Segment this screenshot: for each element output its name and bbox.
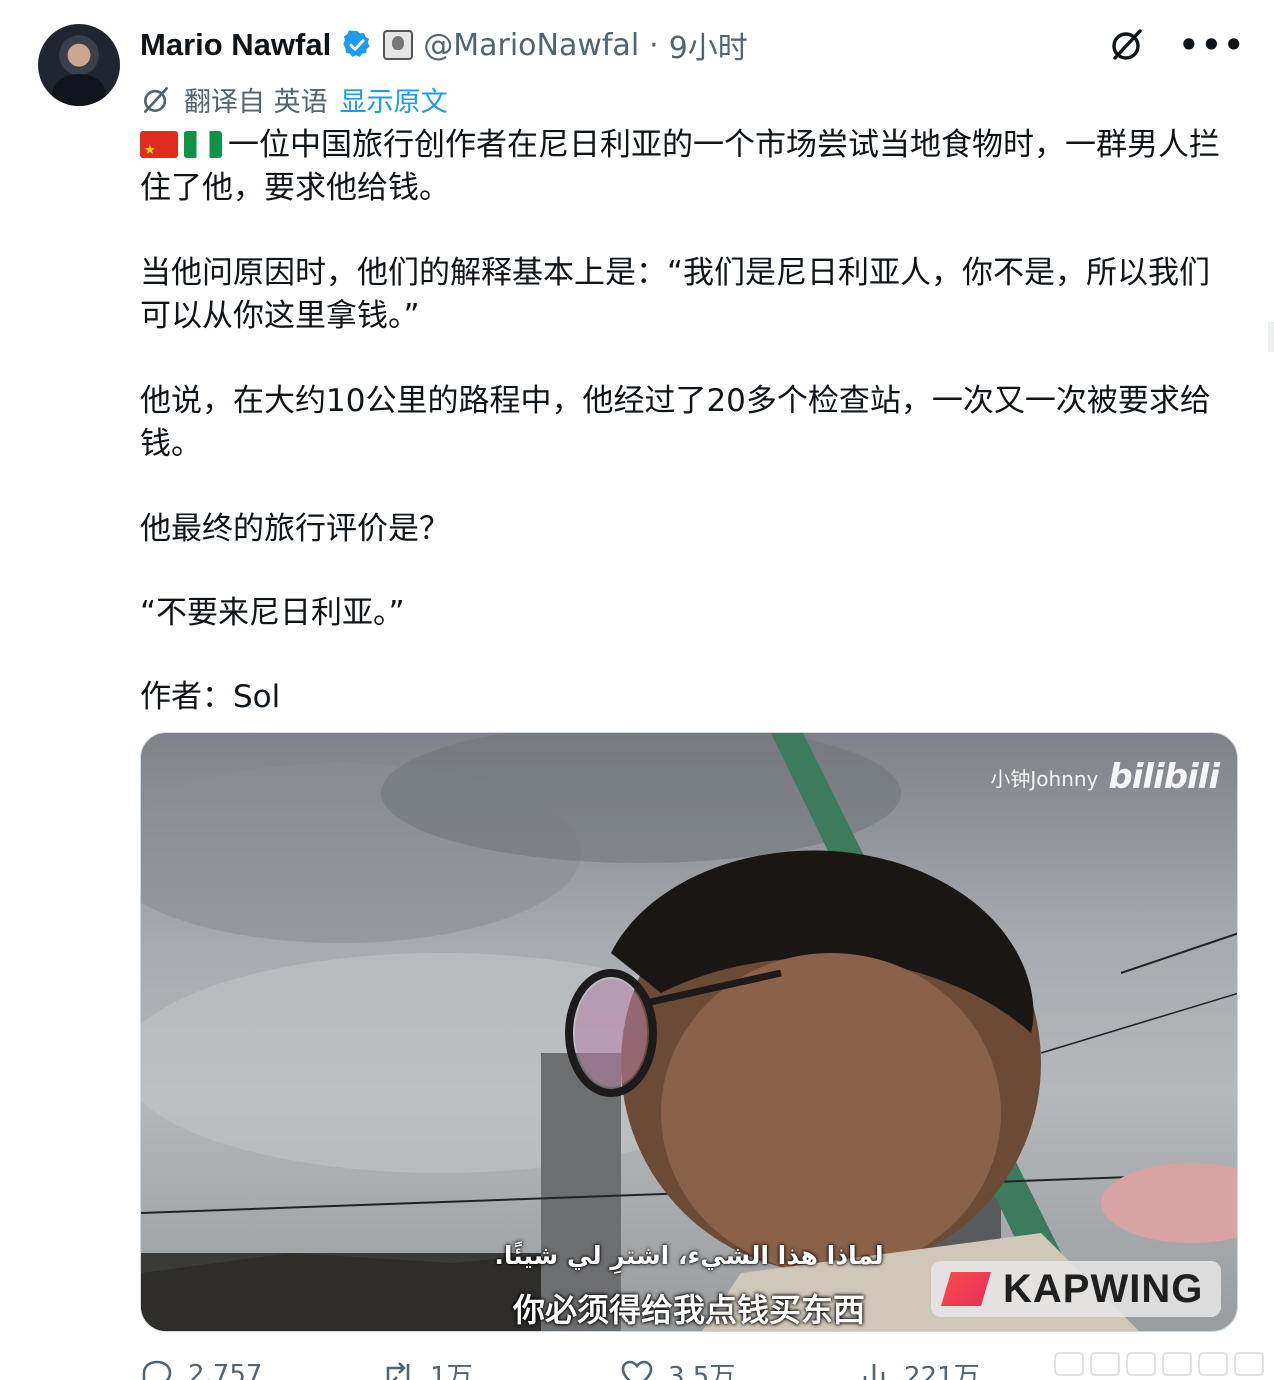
more-options-icon[interactable]: ••• <box>1179 26 1246 64</box>
tweet-paragraph-2: 当他问原因时，他们的解释基本上是：“我们是尼日利亚人，你不是，所以我们可以从你这… <box>140 255 1211 334</box>
watermark-bars-icon <box>1054 1352 1264 1376</box>
translated-from-label: 翻译自 英语 <box>184 87 328 118</box>
author-name[interactable]: Mario Nawfal <box>140 27 331 63</box>
tweet-paragraph-3: 他说，在大约10公里的路程中，他经过了20多个检查站，一次又一次被要求给钱。 <box>140 383 1211 462</box>
reply-count: 2,757 <box>188 1359 263 1380</box>
kapwing-logo-icon <box>941 1272 991 1306</box>
china-flag-icon <box>140 131 178 158</box>
views-icon <box>863 1363 885 1380</box>
like-button[interactable]: 3.5万 <box>620 1356 860 1380</box>
tweet-paragraph-5: “不要来尼日利亚。” <box>140 595 405 631</box>
reply-icon <box>142 1360 172 1380</box>
top-right-actions: ••• <box>1109 24 1246 66</box>
nigeria-flag-icon <box>184 131 222 158</box>
retweet-icon <box>386 1361 410 1380</box>
author-avatar[interactable] <box>38 24 120 106</box>
post-time[interactable]: 9小时 <box>669 23 748 67</box>
bilibili-logo: bilibili <box>1108 757 1220 797</box>
kapwing-watermark: KAPWING <box>931 1261 1221 1317</box>
translate-icon <box>144 86 168 113</box>
verified-badge-icon <box>343 30 370 57</box>
tweet-paragraph-4: 他最终的旅行评价是？ <box>140 511 450 547</box>
tweet-paragraph-1: 一位中国旅行创作者在尼日利亚的一个市场尝试当地食物时，一群男人拦住了他，要求他给… <box>140 124 1240 210</box>
scroll-edge <box>1268 322 1274 352</box>
affiliation-badge-icon[interactable] <box>383 30 414 60</box>
weibo-watermark <box>1054 1352 1264 1376</box>
retweet-button[interactable]: 1万 <box>380 1356 620 1380</box>
tweet-line-1: 一位中国旅行创作者在尼日利亚的一个市场尝试当地食物时，一群男人拦住了他，要求他给… <box>140 127 1220 206</box>
uploader-name: 小钟Johnny <box>990 766 1099 791</box>
heart-icon <box>621 1360 653 1380</box>
translation-bar: 翻译自 英语 显示原文 <box>140 80 448 119</box>
separator-dot: · <box>649 27 659 63</box>
grok-icon[interactable] <box>1109 27 1145 63</box>
tweet-paragraph-6: 作者：Sol <box>140 679 281 715</box>
tweet-header: Mario Nawfal @MarioNawfal · 9小时 <box>140 24 748 66</box>
show-original-link[interactable]: 显示原文 <box>340 80 448 119</box>
bilibili-watermark: 小钟Johnny bilibili <box>990 757 1220 797</box>
like-count: 3.5万 <box>668 1362 736 1380</box>
retweet-count: 1万 <box>430 1362 473 1380</box>
kapwing-text: KAPWING <box>1003 1266 1204 1311</box>
video-media[interactable]: 小钟Johnny bilibili لماذا هذا الشيء، اشترِ… <box>140 732 1238 1332</box>
views-count: 221万 <box>904 1362 980 1380</box>
author-handle[interactable]: @MarioNawfal <box>423 28 639 63</box>
reply-button[interactable]: 2,757 <box>140 1356 380 1380</box>
